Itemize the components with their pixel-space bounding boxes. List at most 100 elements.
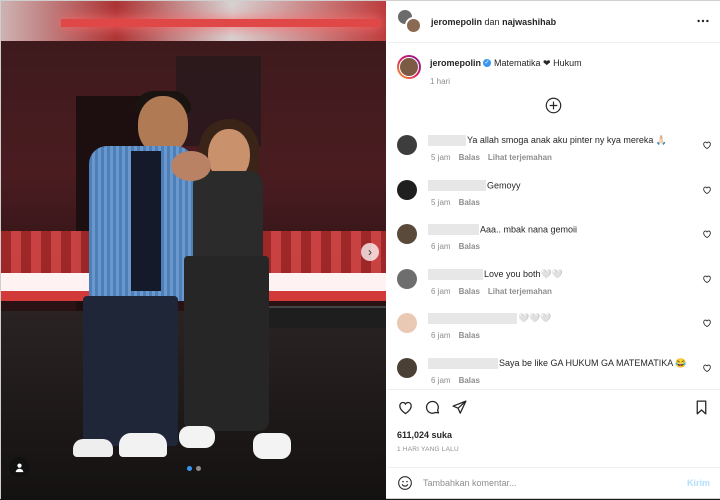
person-left-shoe	[119, 433, 167, 457]
heart-icon[interactable]	[702, 363, 712, 373]
reply-button[interactable]: Balas	[459, 153, 480, 162]
comment-meta: 6 jam Balas	[431, 242, 488, 251]
comment-text: Ya allah smoga anak aku pinter ny kya me…	[467, 135, 668, 146]
heart-icon[interactable]	[702, 185, 712, 195]
comment-list: Ya allah smoga anak aku pinter ny kya me…	[387, 129, 720, 396]
caption-time: 1 hari	[430, 77, 451, 86]
comment-meta: 6 jam Balas	[431, 331, 488, 340]
comment-meta: 6 jam Balas	[431, 376, 488, 385]
photo-light-beam	[61, 19, 381, 27]
redacted-username[interactable]	[428, 224, 479, 236]
photo-rail	[256, 306, 386, 328]
comment-text: Saya be like GA HUKUM GA MATEMATIKA 😂	[499, 357, 687, 368]
post-date: 1 HARI YANG LALU	[397, 446, 459, 453]
plus-circle-icon[interactable]	[545, 97, 562, 114]
action-icons	[397, 399, 468, 416]
carousel-dots	[187, 466, 201, 471]
redacted-username[interactable]	[428, 135, 466, 147]
reply-button[interactable]: Balas	[459, 198, 480, 207]
comment-text: 🤍🤍🤍	[518, 313, 552, 324]
person-left-shoe	[73, 439, 113, 457]
heart-icon[interactable]	[702, 140, 712, 150]
like-count[interactable]: 611,024 suka	[397, 430, 452, 440]
comment-time: 6 jam	[431, 286, 451, 296]
avatar[interactable]	[397, 55, 421, 79]
comment-meta: 5 jam Balas	[431, 198, 488, 207]
comment-row: 🤍🤍🤍 6 jam Balas	[387, 307, 720, 352]
heart-icon[interactable]	[702, 229, 712, 239]
post-photo[interactable]: ›	[1, 1, 386, 500]
comment-text: Aaa.. mbak nana gemoii	[480, 224, 578, 235]
comment-meta: 5 jam Balas Lihat terjemahan	[431, 153, 560, 162]
caption-body: jeromepolin ✓ Matematika ❤ Hukum 1 hari	[430, 53, 582, 125]
avatar	[405, 16, 422, 34]
redacted-username[interactable]	[428, 357, 498, 369]
person-right-shoe	[253, 433, 291, 459]
emoji-icon[interactable]	[397, 475, 413, 491]
comment-content: Saya be like GA HUKUM GA MATEMATIKA 😂	[428, 357, 687, 369]
post-header: jeromepolin dan najwashihab	[387, 1, 720, 43]
comment-text: Love you both🤍🤍	[484, 268, 563, 279]
caption-text: Matematika ❤ Hukum	[494, 58, 582, 68]
comment-content: 🤍🤍🤍	[428, 313, 552, 325]
comment-time: 6 jam	[431, 375, 451, 385]
heart-icon[interactable]	[397, 399, 414, 416]
comment-row: Ya allah smoga anak aku pinter ny kya me…	[387, 129, 720, 174]
comment-row: Aaa.. mbak nana gemoii 6 jam Balas	[387, 218, 720, 263]
post-comment-button[interactable]: Kirim	[687, 478, 710, 488]
reply-button[interactable]: Balas	[459, 287, 480, 296]
heart-icon[interactable]	[702, 318, 712, 328]
avatar[interactable]	[397, 179, 417, 200]
translate-button[interactable]: Lihat terjemahan	[488, 153, 552, 162]
reply-button[interactable]: Balas	[459, 376, 480, 385]
author-separator: dan	[484, 16, 500, 27]
comment-time: 5 jam	[431, 153, 451, 162]
person-right-top	[193, 171, 263, 261]
comment-text: Gemoyy	[487, 180, 521, 191]
comment-content: Love you both🤍🤍	[428, 268, 563, 280]
redacted-username[interactable]	[428, 179, 486, 191]
person-left-pants	[83, 296, 178, 446]
add-comment-bar: Kirim	[387, 467, 720, 498]
chevron-right-icon[interactable]: ›	[361, 243, 379, 261]
avatar[interactable]	[397, 313, 417, 333]
redacted-username[interactable]	[428, 313, 517, 325]
avatar-image	[399, 57, 419, 77]
avatar[interactable]	[397, 268, 417, 289]
caption-username[interactable]: jeromepolin	[430, 58, 481, 68]
heart-icon[interactable]	[702, 274, 712, 284]
post-sidebar: jeromepolin dan najwashihab jeromepolin ✓…	[387, 1, 720, 498]
comment-time: 6 jam	[431, 331, 451, 340]
collab-avatars[interactable]	[397, 8, 423, 35]
share-icon[interactable]	[451, 399, 468, 416]
comment-row: Gemoyy 5 jam Balas	[387, 174, 720, 219]
carousel-dot-active	[187, 466, 192, 471]
post-window: › jeromepolin dan najwashihab jeromepoli…	[0, 0, 720, 500]
comment-icon[interactable]	[424, 399, 441, 416]
author-username[interactable]: jeromepolin	[431, 17, 482, 27]
reply-button[interactable]: Balas	[459, 331, 480, 340]
person-left-shirt	[131, 151, 161, 291]
caption-line: jeromepolin ✓ Matematika ❤ Hukum	[430, 58, 582, 69]
more-icon[interactable]	[696, 14, 710, 28]
bookmark-icon[interactable]	[693, 399, 710, 416]
user-tag-icon[interactable]	[9, 457, 29, 477]
comment-time: 6 jam	[431, 242, 451, 251]
comment-row: Love you both🤍🤍 6 jam Balas Lihat terjemaha…	[387, 263, 720, 308]
person-right-shoe	[179, 426, 215, 448]
comment-content: Ya allah smoga anak aku pinter ny kya me…	[428, 135, 668, 147]
redacted-username[interactable]	[428, 268, 483, 280]
avatar[interactable]	[397, 357, 417, 378]
reply-button[interactable]: Balas	[459, 242, 480, 251]
person-right-skirt	[184, 256, 269, 431]
post-actions: 611,024 suka 1 HARI YANG LALU	[387, 389, 720, 453]
comment-input[interactable]	[423, 478, 687, 488]
comment-meta: 6 jam Balas Lihat terjemahan	[431, 287, 560, 296]
comment-content: Aaa.. mbak nana gemoii	[428, 224, 578, 236]
comment-time: 5 jam	[431, 197, 451, 207]
avatar[interactable]	[397, 135, 417, 155]
avatar[interactable]	[397, 224, 417, 244]
translate-button[interactable]: Lihat terjemahan	[488, 287, 552, 296]
collaborator-username[interactable]: najwashihab	[502, 17, 556, 27]
heart-hands	[171, 151, 211, 181]
